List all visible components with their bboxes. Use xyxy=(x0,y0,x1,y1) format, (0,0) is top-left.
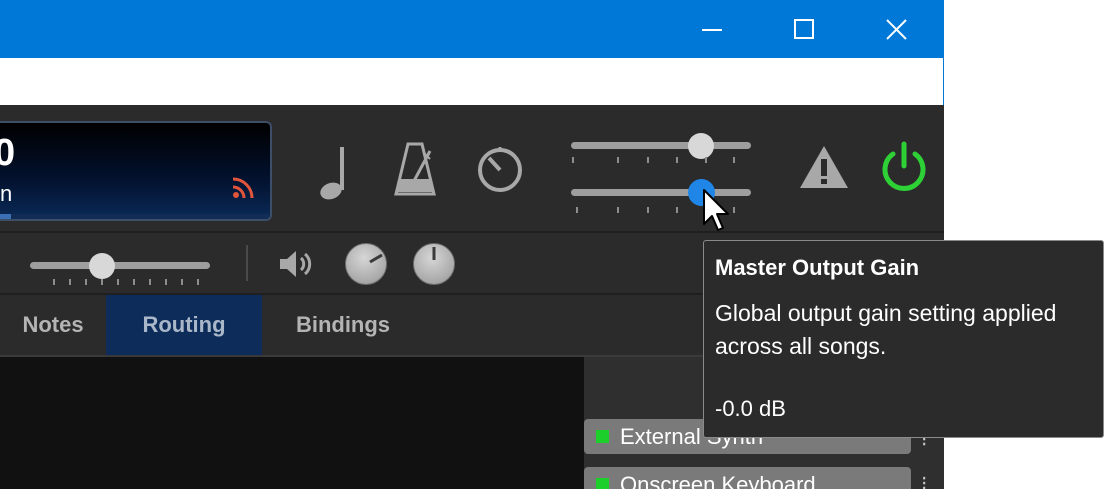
slider-ticks xyxy=(572,157,735,163)
tooltip: Master Output Gain Global output gain se… xyxy=(703,240,1104,438)
tempo-dial-icon[interactable] xyxy=(476,145,524,193)
tooltip-body: Global output gain setting applied acros… xyxy=(715,300,1057,359)
maximize-icon xyxy=(794,19,814,39)
tab-label: Routing xyxy=(142,312,226,337)
song-display-title: n xyxy=(0,181,13,206)
mouse-cursor-icon xyxy=(703,189,729,231)
knob-indicator xyxy=(432,247,436,260)
note-icon[interactable] xyxy=(316,143,352,203)
minimize-button[interactable] xyxy=(666,0,758,58)
tab-label: Notes xyxy=(22,312,84,337)
tab-bindings[interactable]: Bindings xyxy=(262,295,424,355)
volume-slider-top[interactable] xyxy=(571,133,751,163)
port-item[interactable]: Onscreen Keyboard xyxy=(584,467,911,489)
slider-thumb[interactable] xyxy=(687,133,714,159)
rss-icon xyxy=(232,177,254,199)
close-icon xyxy=(886,19,907,40)
song-progress-fill xyxy=(0,214,11,219)
status-led xyxy=(596,478,609,489)
metronome-icon[interactable] xyxy=(394,141,436,197)
drag-handle-icon[interactable]: ⁝ xyxy=(921,471,927,489)
song-display[interactable]: 0 n xyxy=(0,121,272,221)
toolbar-separator xyxy=(0,231,944,233)
knob-icon[interactable] xyxy=(345,243,387,285)
slider-ticks xyxy=(53,279,199,285)
close-button[interactable] xyxy=(850,0,942,58)
tab-label: Bindings xyxy=(295,312,391,337)
tab-routing[interactable]: Routing xyxy=(106,295,262,355)
status-led xyxy=(596,430,609,443)
song-progress-bar xyxy=(0,214,270,219)
routing-canvas[interactable] xyxy=(0,357,584,489)
row-divider xyxy=(246,245,248,281)
minimize-icon xyxy=(702,29,722,31)
speaker-icon[interactable] xyxy=(278,248,314,280)
knob-indicator xyxy=(369,253,383,264)
second-row-slider[interactable] xyxy=(30,253,210,287)
power-icon[interactable] xyxy=(876,139,932,195)
port-label: Onscreen Keyboard xyxy=(620,472,816,489)
warning-icon[interactable] xyxy=(798,143,850,191)
window-title-bar[interactable] xyxy=(0,0,944,58)
knob-icon[interactable] xyxy=(413,243,455,285)
tab-notes[interactable]: Notes xyxy=(0,295,106,355)
tooltip-title: Master Output Gain xyxy=(715,255,920,280)
song-display-number: 0 xyxy=(0,129,15,177)
slider-thumb[interactable] xyxy=(89,253,115,279)
maximize-button[interactable] xyxy=(758,0,850,58)
tooltip-value: -0.0 dB xyxy=(715,396,786,421)
menu-bar xyxy=(0,58,944,106)
